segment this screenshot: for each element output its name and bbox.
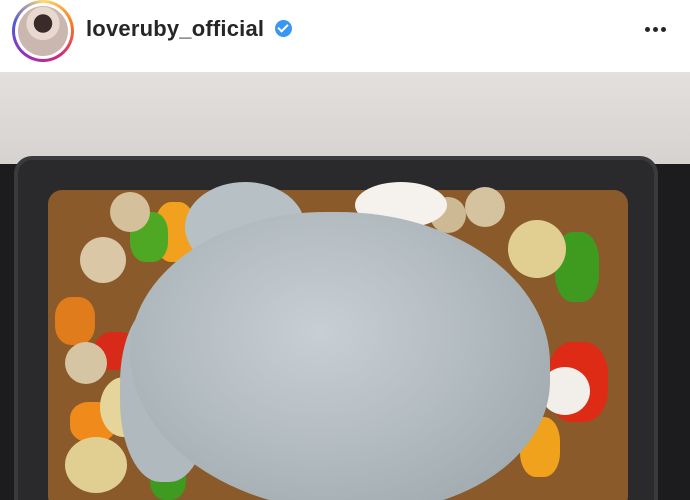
mushroom xyxy=(465,187,505,227)
mushroom xyxy=(110,192,150,232)
more-options-icon[interactable] xyxy=(640,14,670,44)
pepper-piece xyxy=(55,297,95,345)
dot-icon xyxy=(652,26,658,32)
dot-icon xyxy=(644,26,650,32)
potato xyxy=(508,220,566,278)
potato xyxy=(65,437,127,493)
story-ring[interactable] xyxy=(12,0,74,62)
mushroom xyxy=(65,342,107,384)
post-photo[interactable] xyxy=(0,72,690,500)
post-header: loveruby_official xyxy=(0,0,690,72)
mushroom xyxy=(80,237,126,283)
avatar-image xyxy=(18,6,68,56)
verified-badge-icon xyxy=(275,20,292,37)
username-link[interactable]: loveruby_official xyxy=(86,16,264,42)
avatar[interactable] xyxy=(15,3,71,59)
dot-icon xyxy=(660,26,666,32)
raw-chicken xyxy=(130,212,550,500)
